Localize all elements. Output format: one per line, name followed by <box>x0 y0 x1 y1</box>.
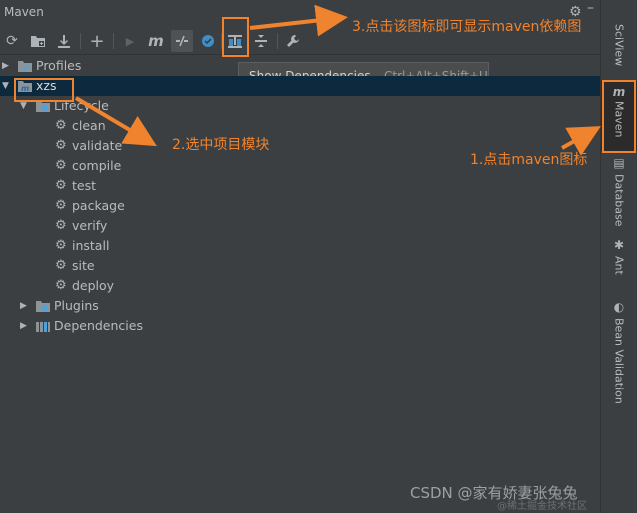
watermark-secondary: @稀土掘金技术社区 <box>497 501 587 512</box>
maven-tool-window: Maven ⚙ – ⟳ + ▶ m ▶ Profiles ▼ m xzs ▼ L… <box>0 0 637 513</box>
annotation-step1: 1.点击maven图标 <box>470 152 588 168</box>
arrow-step3 <box>249 4 348 37</box>
annotation-arrows <box>74 4 601 156</box>
arrow-step2 <box>74 96 157 147</box>
arrow-step1 <box>561 126 601 156</box>
annotation-step2: 2.选中项目模块 <box>172 137 270 153</box>
annotation-step3: 3.点击该图标即可显示maven依赖图 <box>352 19 582 35</box>
